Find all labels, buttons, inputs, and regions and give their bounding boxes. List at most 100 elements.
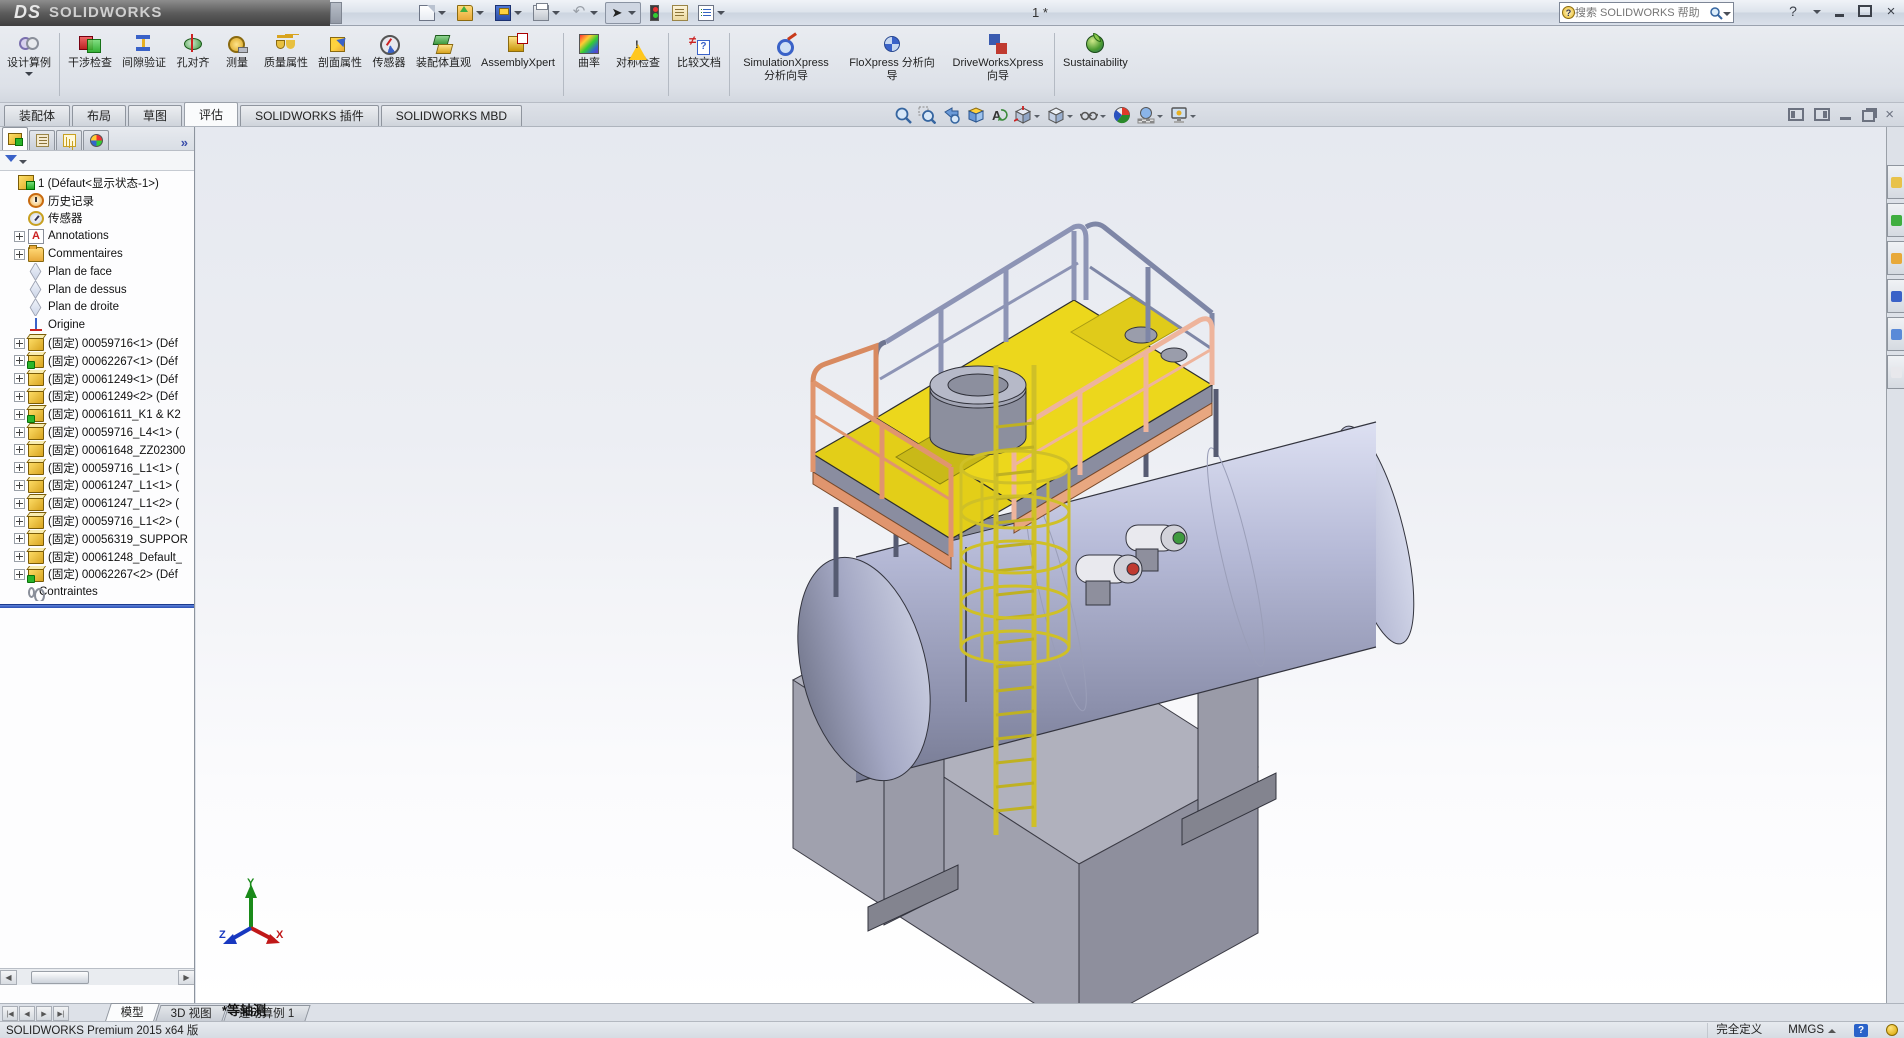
search-box[interactable]: ? bbox=[1559, 2, 1734, 23]
file-properties-button[interactable] bbox=[668, 2, 692, 24]
tab-SOLIDWORKS 插件[interactable]: SOLIDWORKS 插件 bbox=[240, 105, 379, 126]
view-settings-button[interactable] bbox=[1169, 105, 1198, 128]
apply-scene-button[interactable] bbox=[1136, 105, 1165, 128]
expand-icon[interactable] bbox=[14, 373, 25, 384]
taskpane-appearances-scenes[interactable] bbox=[1887, 317, 1904, 351]
tree-item[interactable]: 历史记录 bbox=[0, 192, 194, 210]
tree-item[interactable]: (固定) 00056319_SUPPOR bbox=[0, 530, 194, 548]
tree-item[interactable]: Origine bbox=[0, 316, 194, 334]
undo-caret[interactable] bbox=[590, 11, 598, 19]
next-tab-button[interactable]: ▶ bbox=[36, 1006, 52, 1021]
manhole-dome[interactable] bbox=[930, 366, 1026, 455]
expand-icon[interactable] bbox=[14, 249, 25, 260]
ribbon-button-interf[interactable]: 干涉检查 bbox=[63, 29, 117, 100]
panel-horizontal-scrollbar[interactable]: ◀ ▶ bbox=[0, 968, 195, 985]
tree-item[interactable]: (固定) 00061249<2> (Déf bbox=[0, 388, 194, 406]
save-caret[interactable] bbox=[514, 11, 522, 19]
tree-item[interactable]: Plan de face bbox=[0, 263, 194, 281]
expand-icon[interactable] bbox=[14, 391, 25, 402]
hide-show-items-caret[interactable] bbox=[1100, 115, 1106, 121]
tree-item[interactable]: (固定) 00061611_K1 & K2 bbox=[0, 405, 194, 423]
units-caret[interactable] bbox=[1828, 1025, 1836, 1033]
scroll-thumb[interactable] bbox=[31, 971, 89, 984]
taskpane-solidworks-resources[interactable] bbox=[1887, 165, 1904, 199]
expand-icon[interactable] bbox=[14, 533, 25, 544]
view-orientation-caret[interactable] bbox=[1034, 115, 1040, 121]
ribbon-button-dwx[interactable]: DriveWorksXpress 向导 bbox=[945, 29, 1051, 100]
tree-item[interactable]: (固定) 00059716_L4<1> ( bbox=[0, 423, 194, 441]
ribbon-button-clear[interactable]: 间隙验证 bbox=[117, 29, 171, 100]
ribbon-button-sect[interactable]: 剖面属性 bbox=[313, 29, 367, 100]
tree-item[interactable]: 1 (Défaut<显示状态-1>) bbox=[0, 174, 194, 192]
rebuild-button[interactable] bbox=[643, 2, 666, 24]
undo-button[interactable]: ↶ bbox=[567, 2, 603, 24]
maximize-button[interactable] bbox=[1856, 3, 1874, 19]
expand-icon[interactable] bbox=[14, 427, 25, 438]
tree-item[interactable]: (固定) 00059716<1> (Déf bbox=[0, 334, 194, 352]
apply-scene-caret[interactable] bbox=[1157, 115, 1163, 121]
expand-icon[interactable] bbox=[14, 480, 25, 491]
pane-right-icon[interactable] bbox=[1814, 108, 1830, 121]
last-tab-button[interactable]: ▶| bbox=[53, 1006, 69, 1021]
close-button[interactable]: × bbox=[1882, 3, 1900, 19]
section-view-button[interactable] bbox=[965, 105, 985, 128]
rollback-bar[interactable] bbox=[0, 604, 194, 608]
taskpane-design-library[interactable] bbox=[1887, 203, 1904, 237]
pane-left-icon[interactable] bbox=[1788, 108, 1804, 121]
options-caret[interactable] bbox=[717, 11, 725, 19]
tab-评估[interactable]: 评估 bbox=[184, 102, 238, 126]
save-button[interactable] bbox=[491, 2, 527, 24]
ribbon-button-design[interactable]: 设计算例 bbox=[2, 29, 56, 100]
tree-item[interactable]: (固定) 00061247_L1<2> ( bbox=[0, 494, 194, 512]
first-tab-button[interactable]: |◀ bbox=[2, 1006, 18, 1021]
tree-item[interactable]: (固定) 00059716_L1<1> ( bbox=[0, 459, 194, 477]
new-document-button[interactable] bbox=[415, 2, 451, 24]
scroll-left-button[interactable]: ◀ bbox=[0, 970, 17, 985]
select-button[interactable]: ➤ bbox=[605, 2, 641, 24]
ribbon-button-mass[interactable]: 质量属性 bbox=[259, 29, 313, 100]
tree-item[interactable]: 传感器 bbox=[0, 210, 194, 228]
tree-item[interactable]: (固定) 00062267<1> (Déf bbox=[0, 352, 194, 370]
expand-icon[interactable] bbox=[14, 409, 25, 420]
panel-expand-chevron[interactable]: » bbox=[181, 135, 188, 150]
help-button[interactable]: ? bbox=[1784, 3, 1802, 19]
tree-item[interactable]: Commentaires bbox=[0, 245, 194, 263]
tab-configurationmanager[interactable] bbox=[56, 130, 82, 150]
design-caret[interactable] bbox=[25, 72, 33, 80]
search-input[interactable] bbox=[1575, 7, 1709, 19]
previous-view-button[interactable] bbox=[941, 105, 961, 128]
expand-icon[interactable] bbox=[14, 569, 25, 580]
logo-flyout-arrow[interactable] bbox=[330, 2, 342, 24]
ribbon-button-curv[interactable]: 曲率 bbox=[567, 29, 611, 100]
prev-tab-button[interactable]: ◀ bbox=[19, 1006, 35, 1021]
tree-item[interactable]: (固定) 00059716_L1<2> ( bbox=[0, 512, 194, 530]
tree-item[interactable]: (固定) 00061648_ZZ02300 bbox=[0, 441, 194, 459]
search-scope-caret[interactable] bbox=[1723, 12, 1731, 20]
zoom-to-fit-button[interactable] bbox=[893, 105, 913, 128]
expand-icon[interactable] bbox=[14, 355, 25, 366]
display-style-button[interactable] bbox=[1046, 105, 1075, 128]
taskpane-custom-properties[interactable] bbox=[1887, 355, 1904, 389]
expand-icon[interactable] bbox=[14, 338, 25, 349]
minimize-button[interactable] bbox=[1830, 3, 1848, 19]
doc-restore-button[interactable] bbox=[1862, 110, 1875, 122]
taskpane-file-explorer[interactable] bbox=[1887, 241, 1904, 275]
new-document-caret[interactable] bbox=[438, 11, 446, 19]
tab-装配体[interactable]: 装配体 bbox=[4, 105, 70, 126]
view-settings-caret[interactable] bbox=[1190, 115, 1196, 121]
doc-tab-模型[interactable]: 模型 bbox=[105, 1003, 160, 1021]
expand-icon[interactable] bbox=[14, 462, 25, 473]
tree-item[interactable]: Plan de dessus bbox=[0, 281, 194, 299]
ribbon-button-sust[interactable]: Sustainability bbox=[1058, 29, 1133, 100]
ribbon-button-sensor[interactable]: 传感器 bbox=[367, 29, 411, 100]
units-selector[interactable]: MMGS bbox=[1788, 1024, 1836, 1036]
doc-minimize-button[interactable] bbox=[1840, 108, 1852, 121]
print-button[interactable] bbox=[529, 2, 565, 24]
help-caret[interactable] bbox=[1813, 10, 1821, 18]
tab-propertymanager[interactable] bbox=[29, 130, 55, 150]
ribbon-button-simx[interactable]: SimulationXpress 分析向导 bbox=[733, 29, 839, 100]
hide-show-items-button[interactable] bbox=[1079, 105, 1108, 128]
tree-item[interactable]: (固定) 00061247_L1<1> ( bbox=[0, 477, 194, 495]
print-caret[interactable] bbox=[552, 11, 560, 19]
tab-displaymanager[interactable] bbox=[83, 130, 109, 150]
